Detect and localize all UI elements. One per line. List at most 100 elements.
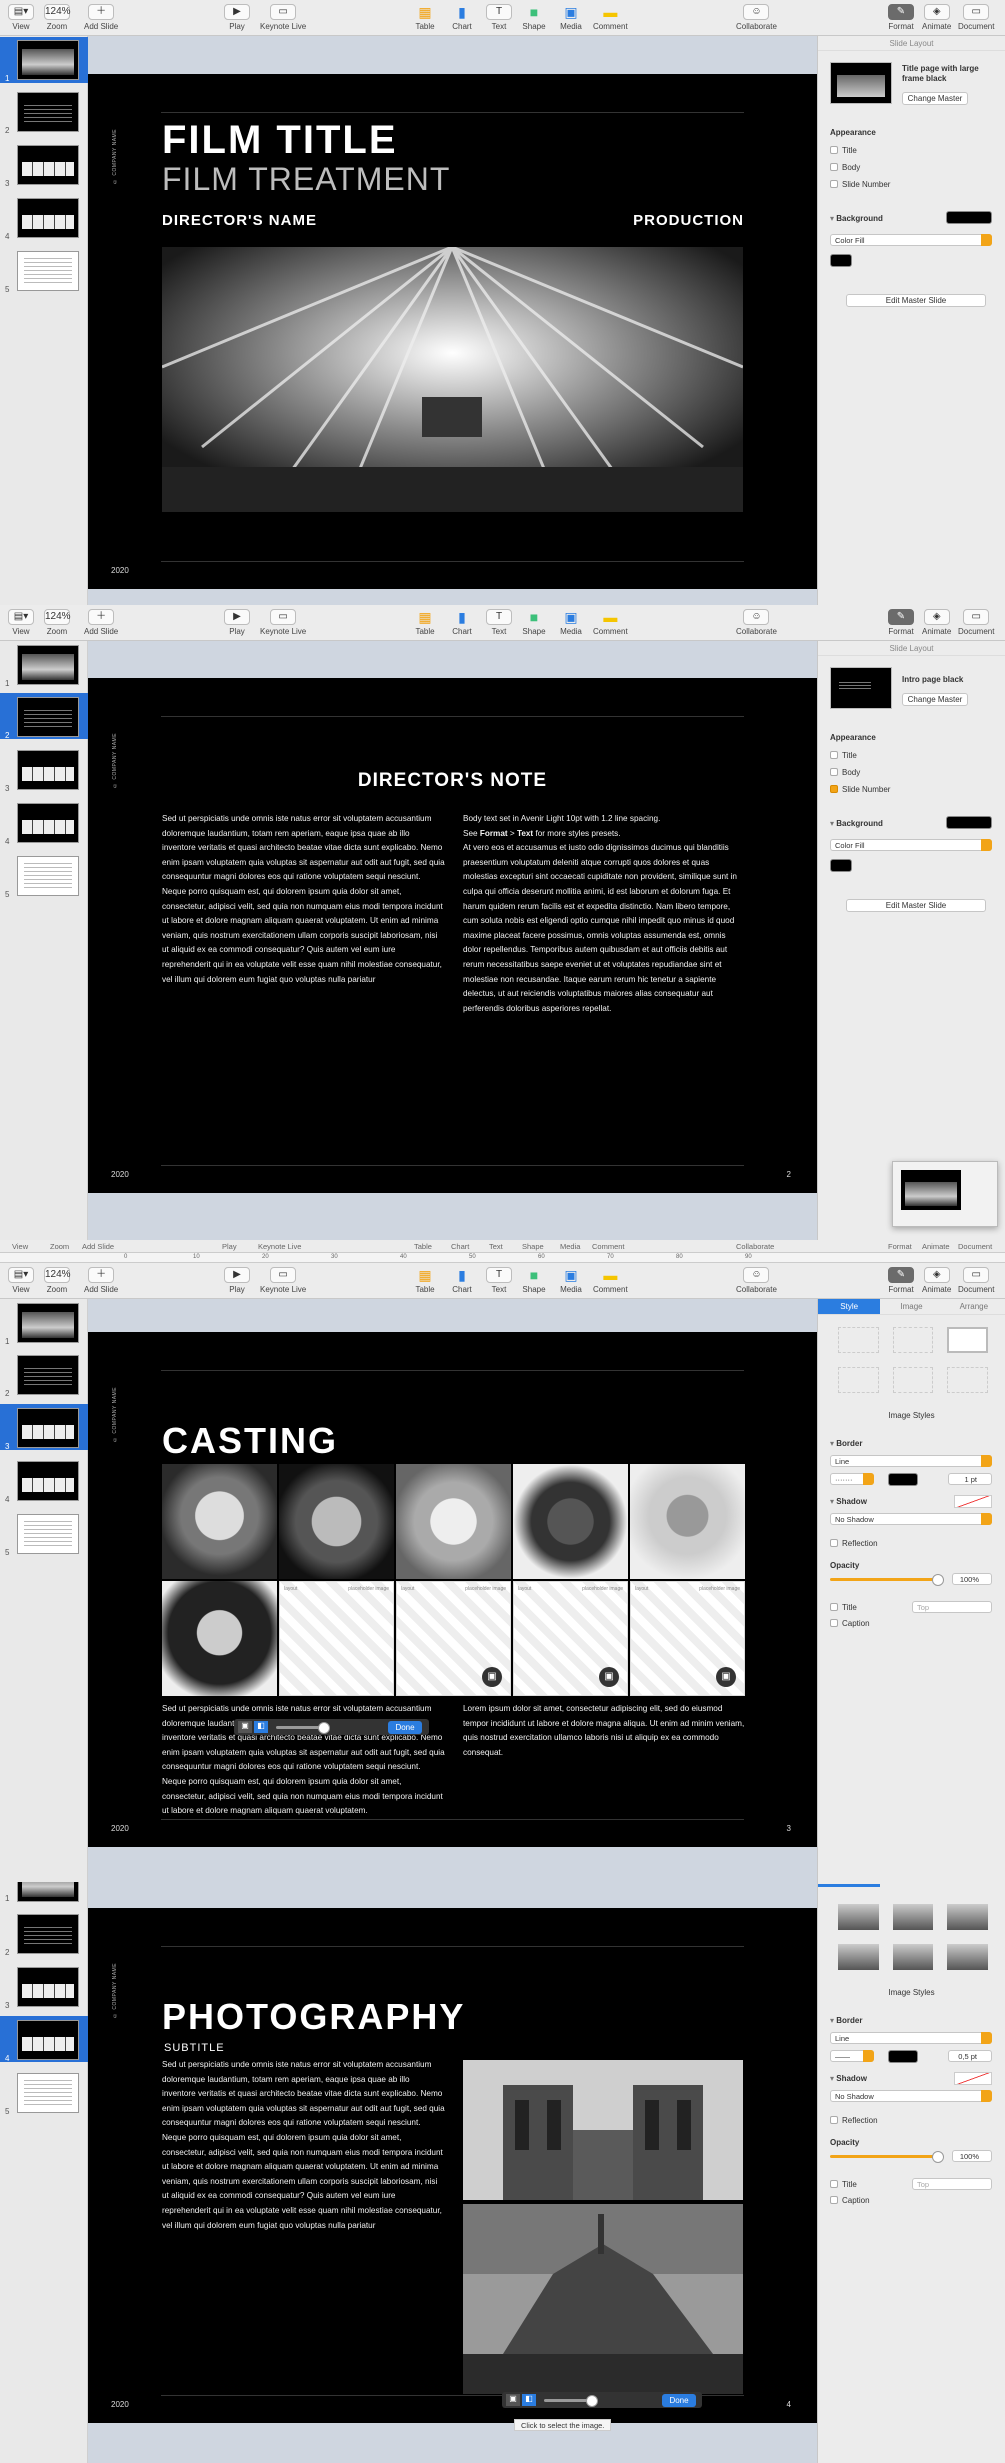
body-column-left[interactable]: Sed ut perspiciatis unde omnis iste natu… — [162, 812, 445, 987]
border-color-well[interactable] — [888, 2050, 918, 2063]
change-master-button[interactable]: Change Master — [902, 92, 968, 105]
mask-icon[interactable]: ◧ — [254, 1721, 268, 1733]
image-style-3[interactable] — [947, 1904, 988, 1930]
director-name[interactable]: DIRECTOR'S NAME — [162, 212, 317, 229]
image-style-1[interactable] — [838, 1327, 879, 1353]
document-button[interactable]: ▭ Document — [958, 4, 994, 31]
media-button[interactable]: ▣ Media — [558, 4, 584, 31]
shadow-section[interactable]: Shadow — [830, 2074, 867, 2083]
edit-master-slide-button[interactable]: Edit Master Slide — [846, 899, 986, 912]
slide-thumbnail-3[interactable] — [17, 1408, 79, 1448]
slide-thumbnail-3[interactable] — [17, 145, 79, 185]
body-column-right[interactable]: Lorem ipsum dolor sit amet, consectetur … — [463, 1702, 746, 1760]
border-color-well[interactable] — [888, 1473, 918, 1486]
collaborate-button[interactable]: ☺ Collaborate — [736, 1267, 777, 1294]
shadow-section[interactable]: Shadow — [830, 1497, 867, 1506]
caption-checkbox[interactable]: Caption — [830, 2196, 870, 2205]
slide-thumbnail-4[interactable] — [17, 2020, 79, 2060]
slide-thumbnail-4[interactable] — [17, 803, 79, 843]
add-slide-button[interactable]: ＋ Add Slide — [84, 1267, 118, 1294]
image-style-3[interactable] — [947, 1327, 988, 1353]
title-checkbox[interactable]: Title — [830, 1603, 857, 1612]
comment-button[interactable]: ▬ Comment — [593, 1267, 628, 1294]
slide-canvas-4[interactable]: © COMPANY NAME PHOTOGRAPHY SUBTITLE Sed … — [88, 1908, 817, 2423]
background-section[interactable]: Background — [830, 214, 883, 223]
tab-image[interactable]: Image — [880, 1299, 942, 1314]
fill-type-select[interactable]: Color Fill — [830, 234, 992, 246]
slide-number-checkbox[interactable]: Slide Number — [830, 180, 890, 189]
background-color-swatch[interactable] — [946, 816, 992, 829]
body-column-right[interactable]: Body text set in Avenir Light 10pt with … — [463, 812, 746, 1016]
slide-thumbnail-4[interactable] — [17, 1461, 79, 1501]
cast-photo-2[interactable] — [279, 1464, 394, 1579]
title-checkbox[interactable]: Title — [830, 146, 857, 155]
hero-photo[interactable] — [162, 247, 743, 512]
fill-type-select[interactable]: Color Fill — [830, 839, 992, 851]
border-type-select[interactable]: Line — [830, 1455, 992, 1467]
collaborate-button[interactable]: ☺ Collaborate — [736, 4, 777, 31]
slide-thumbnail-3[interactable] — [17, 1967, 79, 2007]
border-width-field[interactable]: 0,5 pt — [948, 2050, 992, 2062]
play-button[interactable]: ▶ Play — [224, 4, 250, 31]
image-placeholder-2[interactable]: layout placeholder image ▣ — [396, 1581, 511, 1696]
slide-thumbnail-2[interactable] — [17, 92, 79, 132]
tab-arrange[interactable]: Arrange — [943, 1299, 1005, 1314]
slide-thumbnail-5[interactable] — [17, 1514, 79, 1554]
image-style-4[interactable] — [838, 1367, 879, 1393]
edit-master-slide-button[interactable]: Edit Master Slide — [846, 294, 986, 307]
body-text[interactable]: Sed ut perspiciatis unde omnis iste natu… — [162, 2058, 445, 2233]
comment-button[interactable]: ▬ Comment — [593, 4, 628, 31]
image-icon[interactable]: ▣ — [506, 2394, 520, 2406]
shape-button[interactable]: ■ Shape — [521, 609, 547, 636]
title-checkbox[interactable]: Title — [830, 751, 857, 760]
chart-button[interactable]: ▮ Chart — [449, 4, 475, 31]
image-placeholder-4[interactable]: layout placeholder image ▣ — [630, 1581, 745, 1696]
change-master-button[interactable]: Change Master — [902, 693, 968, 706]
body-checkbox[interactable]: Body — [830, 163, 860, 172]
cast-photo-1[interactable] — [162, 1464, 277, 1579]
image-placeholder-1[interactable]: layout placeholder image — [279, 1581, 394, 1696]
slide-thumbnail-1[interactable] — [17, 645, 79, 685]
text-button[interactable]: T Text — [486, 609, 512, 636]
reflection-checkbox[interactable]: Reflection — [830, 1539, 878, 1548]
border-section[interactable]: Border — [830, 1439, 862, 1448]
image-style-6[interactable] — [947, 1944, 988, 1970]
media-button[interactable]: ▣ Media — [558, 1267, 584, 1294]
image-style-5[interactable] — [892, 1944, 934, 1970]
chart-button[interactable]: ▮ Chart — [449, 1267, 475, 1294]
done-button[interactable]: Done — [388, 1721, 422, 1734]
slide-heading[interactable]: PHOTOGRAPHY — [162, 1996, 465, 2038]
slide-thumbnail-4[interactable] — [17, 198, 79, 238]
reflection-checkbox[interactable]: Reflection — [830, 2116, 878, 2125]
play-button[interactable]: ▶ Play — [224, 1267, 250, 1294]
slide-thumbnail-5[interactable] — [17, 251, 79, 291]
slide-thumbnail-5[interactable] — [17, 2073, 79, 2113]
production-label[interactable]: PRODUCTION — [633, 212, 744, 229]
line-style-select[interactable]: —— — [830, 2050, 874, 2062]
zoom-button[interactable]: 124% Zoom — [44, 609, 71, 636]
play-button[interactable]: ▶ Play — [224, 609, 250, 636]
image-style-1[interactable] — [838, 1904, 879, 1930]
opacity-field[interactable]: 100% — [952, 1573, 992, 1585]
document-button[interactable]: ▭ Document — [958, 609, 994, 636]
slide-thumbnail-1[interactable] — [17, 1303, 79, 1343]
chart-button[interactable]: ▮ Chart — [449, 609, 475, 636]
done-button[interactable]: Done — [662, 2394, 696, 2407]
keynote-live-button[interactable]: ▭ Keynote Live — [260, 1267, 306, 1294]
media-placeholder-icon[interactable]: ▣ — [716, 1667, 736, 1687]
slide-canvas-2[interactable]: © COMPANY NAME DIRECTOR'S NOTE Sed ut pe… — [88, 678, 817, 1193]
cast-photo-5[interactable] — [630, 1464, 745, 1579]
horizontal-ruler[interactable]: 0 10 20 30 40 50 60 70 80 90 — [0, 1253, 1005, 1263]
border-section[interactable]: Border — [830, 2016, 862, 2025]
slide-canvas-1[interactable]: © COMPANY NAME FILM TITLE FILM TREATMENT… — [88, 74, 817, 589]
media-button[interactable]: ▣ Media — [558, 609, 584, 636]
slide-thumbnail-1[interactable] — [17, 40, 79, 80]
animate-button[interactable]: ◈ Animate — [922, 4, 951, 31]
tab-style[interactable]: Style — [818, 1299, 881, 1314]
slide-thumbnail-2[interactable] — [17, 1914, 79, 1954]
add-slide-button[interactable]: ＋ Add Slide — [84, 609, 118, 636]
zoom-button[interactable]: 124% Zoom — [44, 4, 71, 31]
slide-thumbnail-3[interactable] — [17, 750, 79, 790]
text-button[interactable]: T Text — [486, 4, 512, 31]
collaborate-button[interactable]: ☺ Collaborate — [736, 609, 777, 636]
